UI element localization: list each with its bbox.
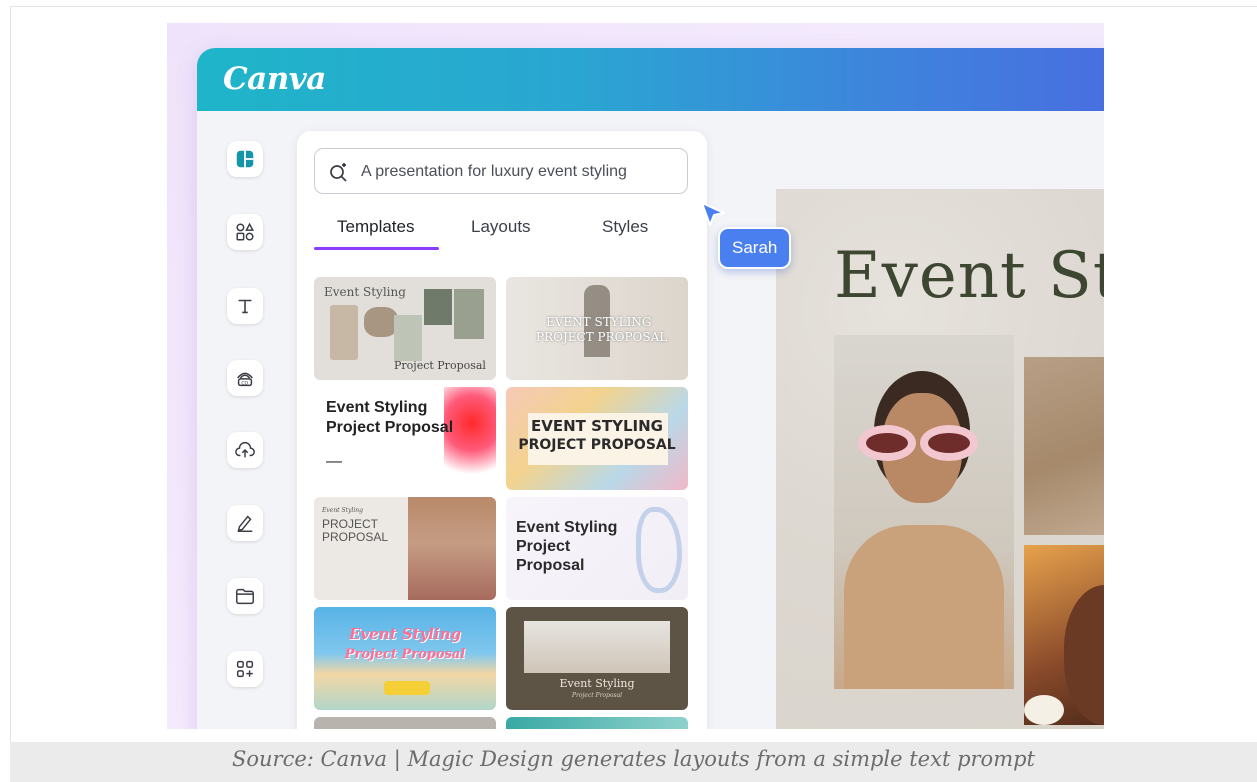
projects-icon[interactable] [227,578,263,614]
canvas-photo-woman[interactable] [834,335,1014,689]
coat-shape [844,525,1004,689]
template-subtitle: Project Proposal [344,647,466,662]
template-card[interactable]: EVENT STYLING PROJECT PROPOSAL [506,387,688,490]
template-card[interactable]: Event Styling Project Proposal — [314,387,496,490]
tab-layouts[interactable]: Layouts [471,217,531,237]
svg-text:CO: CO [241,380,248,386]
template-title: Event Styling [348,625,462,643]
template-card[interactable]: Event Styling Project Proposal [314,277,496,380]
template-dash: — [326,453,342,470]
template-card[interactable]: EVENT STYLING PROJECT PROPOSAL [506,277,688,380]
template-title: Event Styling [324,285,406,299]
sunglasses-left [858,425,916,461]
canvas-photo-woman-2[interactable] [1024,545,1104,725]
template-card[interactable]: Event Styling Project Proposal [506,497,688,600]
template-title: Event Styling [326,399,428,416]
template-swirl [636,507,682,593]
template-subtitle-2: PROPOSAL [322,530,389,544]
template-card[interactable]: Event Styling PROJECT PROPOSAL [314,497,496,600]
face-shape [1064,585,1104,725]
caption-bar: Source: Canva | Magic Design generates l… [10,742,1257,782]
template-card[interactable]: Event Styling Project Proposal [506,607,688,710]
uploads-icon[interactable] [227,432,263,468]
design-icon[interactable] [227,141,263,177]
template-photo [524,621,670,673]
template-title: Event Styling [322,507,363,514]
template-card[interactable]: Event Styling Project Proposal [314,607,496,710]
template-subtitle: Project [516,538,571,555]
template-photo [408,497,496,600]
template-subtitle: Project Proposal [571,692,623,699]
brand-icon[interactable]: CO [227,360,263,396]
text-icon[interactable] [227,288,263,324]
template-title: Event Styling [516,519,618,536]
template-title: EVENT STYLING [546,315,652,329]
image-caption: Source: Canva | Magic Design generates l… [232,747,1035,771]
tab-styles[interactable]: Styles [602,217,648,237]
template-photo [330,305,358,360]
template-title: Event Styling [559,677,635,690]
magic-search-icon [330,163,347,182]
sunglasses-right [920,425,978,461]
search-text: A presentation for luxury event styling [361,163,627,180]
template-subtitle: PROJECT PROPOSAL [518,437,676,453]
draw-icon[interactable] [227,505,263,541]
collaborator-name-badge: Sarah [718,227,792,269]
template-card[interactable] [506,717,688,729]
page: Canva CO A presentation for luxury event… [0,0,1257,782]
design-canvas[interactable]: Event Sty [776,189,1104,729]
tab-templates[interactable]: Templates [337,217,414,237]
top-bar: Canva [197,48,1104,111]
search-input[interactable]: A presentation for luxury event styling [314,148,688,194]
template-subtitle-2: Proposal [516,557,585,574]
template-photo [454,289,484,339]
canvas-title[interactable]: Event Sty [834,239,1104,313]
template-photo [364,307,398,337]
magic-design-panel: A presentation for luxury event styling … [297,131,707,729]
template-subtitle: PROJECT [322,517,379,531]
apps-icon[interactable] [227,651,263,687]
cursor-icon [701,202,725,226]
active-tab-indicator [314,247,439,250]
canva-logo[interactable]: Canva [223,61,326,97]
elements-icon[interactable] [227,214,263,250]
template-title: EVENT STYLING [530,417,663,435]
template-subtitle: PROJECT PROPOSAL [536,330,668,344]
screenshot-area: Canva CO A presentation for luxury event… [167,23,1104,729]
template-sofa [384,681,430,695]
canva-app-window: Canva CO A presentation for luxury event… [197,48,1104,729]
template-photo [424,289,452,325]
template-card[interactable] [314,717,496,729]
flower-shape [1024,695,1064,725]
frame-top-border [10,6,1257,7]
template-subtitle: Project Proposal [326,419,454,436]
canvas-photo-sand[interactable] [1024,357,1104,535]
frame-left-border [10,6,11,742]
template-photo [394,315,422,361]
template-subtitle: Project Proposal [394,359,486,372]
